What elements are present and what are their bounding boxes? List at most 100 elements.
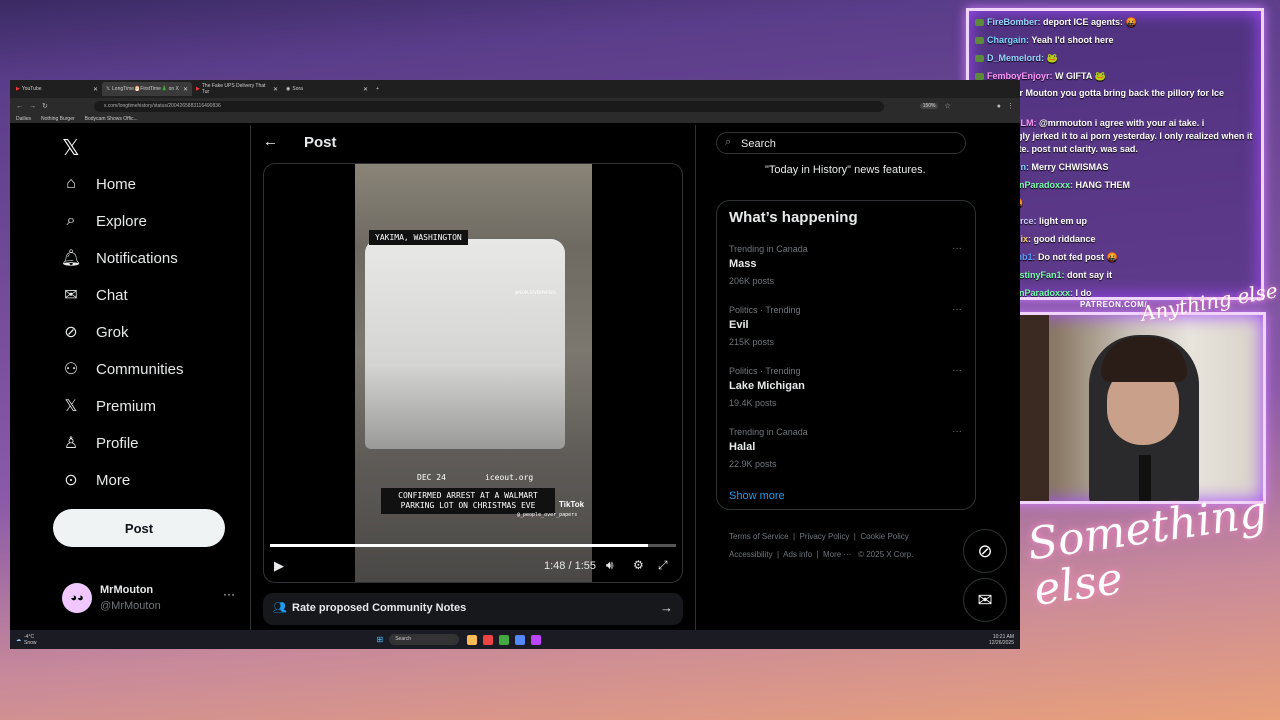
grok-float-button[interactable]: ⊘ [963, 529, 1007, 573]
video-watermark: @PEOPLEOVERPAPERS [515, 290, 556, 295]
windows-taskbar: ☁ -4°C Snow ⊞ Search 10:21 AM 12/26/2025 [10, 630, 1020, 649]
account-switcher[interactable]: ◕◕ MrMouton @MrMouton ··· [60, 581, 250, 617]
menu-icon[interactable]: ⋮ [1007, 102, 1014, 110]
nav-profile[interactable]: ♙ Profile [62, 434, 139, 453]
trend-more-icon[interactable]: ··· [952, 426, 964, 437]
profile-icon[interactable]: ● [997, 103, 1001, 110]
nav-premium[interactable]: 𝕏 Premium [62, 397, 156, 416]
nav-grok[interactable]: ⊘ Grok [62, 323, 128, 342]
nav-explore[interactable]: ⌕ Explore [62, 212, 147, 230]
weather-icon: ☁ [16, 636, 21, 643]
left-sidebar: 𝕏 ⌂ Home ⌕ Explore 🔔︎ Notifications ✉ Chat ⊘… [10, 123, 250, 629]
account-more-icon[interactable]: ··· [223, 587, 235, 601]
chat-text: Merry CHWISMAS [1031, 162, 1109, 172]
post-button[interactable]: Post [53, 509, 225, 547]
chat-username: Chargain: [987, 35, 1032, 45]
more-circle-icon: ⊙ [64, 472, 78, 489]
bookmark-star-icon[interactable]: ☆ [944, 102, 950, 110]
community-notes-icon: 👥︎ [273, 602, 287, 614]
system-clock[interactable]: 10:21 AM 12/26/2025 [989, 634, 1014, 646]
search-box[interactable]: ⌕ Search [716, 132, 966, 154]
video-site: iceout.org [485, 473, 534, 482]
back-icon[interactable]: ← [263, 133, 278, 150]
account-handle: @MrMouton [100, 600, 161, 612]
patreon-label: PATREON.COM/ [1080, 300, 1148, 309]
ads-info-link[interactable]: Ads info [783, 550, 812, 559]
tab-ups-video[interactable]: ▶ The Fake UPS Delivery That Tur ✕ [192, 82, 282, 96]
more-footer-link[interactable]: More ··· [823, 550, 851, 559]
trend-item[interactable]: Trending in Canada Halal 22.9K posts [729, 427, 808, 469]
play-icon[interactable]: ▶ [274, 558, 284, 574]
reload-icon[interactable]: ↻ [42, 102, 48, 110]
forward-arrow-icon[interactable]: → [29, 103, 36, 110]
nav-more[interactable]: ⊙ More [62, 471, 130, 490]
truck-image [365, 239, 565, 449]
nav-notifications[interactable]: 🔔︎ Notifications [60, 249, 178, 268]
footer-links-row2: Accessibility | Ads info | More ··· © 20… [729, 550, 914, 559]
privacy-link[interactable]: Privacy Policy [800, 532, 850, 541]
url-input[interactable]: x.com/longtimehistory/status/20042658831… [93, 100, 884, 112]
video-player[interactable]: YAKIMA, WASHINGTON @PEOPLEOVERPAPERS DEC… [263, 163, 683, 583]
start-icon[interactable]: ⊞ [377, 635, 384, 644]
tab-bar: ▶ YouTube ✕ 𝕏 LongTime🎅FirstTime🎄 on X ✕ ▶ Th… [10, 80, 1020, 98]
nav-chat[interactable]: ✉ Chat [62, 286, 127, 305]
tab-x-post[interactable]: 𝕏 LongTime🎅FirstTime🎄 on X ✕ [102, 82, 192, 96]
back-arrow-icon[interactable]: ← [16, 103, 23, 110]
bookmark-nothing-burger[interactable]: Nothing Burger [41, 116, 75, 122]
account-name: MrMouton [100, 584, 154, 596]
bell-icon: 🔔︎ [60, 250, 82, 267]
trend-item[interactable]: Trending in Canada Mass 206K posts [729, 244, 808, 286]
x-logo-icon[interactable]: 𝕏 [62, 135, 80, 161]
chat-message: D_Memelord: 🐸 [975, 49, 1255, 67]
chat-badge-icon [975, 55, 984, 63]
app-icon[interactable] [515, 634, 526, 645]
messages-float-button[interactable]: ✉ [963, 578, 1007, 622]
microphone [1139, 455, 1151, 501]
fullscreen-icon[interactable]: ⤢ [658, 558, 668, 573]
bookmark-bodycam[interactable]: Bodycam Shows Offic... [85, 116, 138, 122]
new-tab-button[interactable]: + [372, 82, 386, 96]
browser-icon[interactable] [483, 634, 494, 645]
zoom-badge[interactable]: 150% [919, 103, 939, 109]
search-input[interactable]: Search [741, 138, 776, 150]
app-icon[interactable] [499, 634, 510, 645]
chat-text: Yeah I'd shoot here [1031, 35, 1114, 45]
trend-more-icon[interactable]: ··· [952, 304, 964, 315]
video-progress-track[interactable] [270, 544, 676, 547]
chat-text: W GIFTA 🐸 [1055, 71, 1106, 81]
chat-badge-icon [975, 19, 984, 27]
show-more-link[interactable]: Show more [729, 490, 785, 502]
bookmark-dailies[interactable]: Dailies [16, 116, 31, 122]
settings-gear-icon[interactable]: ⚙ [633, 558, 644, 572]
footer-links-row1: Terms of Service | Privacy Policy | Cook… [729, 532, 909, 541]
tab-youtube[interactable]: ▶ YouTube ✕ [12, 82, 102, 96]
chat-username: D_Memelord: [987, 53, 1047, 63]
discord-icon[interactable] [531, 634, 542, 645]
chat-text: dont say it [1067, 270, 1113, 280]
trend-more-icon[interactable]: ··· [952, 365, 964, 376]
nav-communities[interactable]: ⚇ Communities [62, 360, 184, 379]
trend-item[interactable]: Politics · Trending Evil 215K posts [729, 305, 801, 347]
terms-link[interactable]: Terms of Service [729, 532, 789, 541]
video-date: DEC 24 [417, 473, 446, 482]
bookmarks-bar: Dailies Nothing Burger Bodycam Shows Off… [10, 114, 1020, 123]
file-explorer-icon[interactable] [467, 634, 478, 645]
tab-sora[interactable]: ◉ Sora ✕ [282, 82, 372, 96]
post-column: ← Post YAKIMA, WASHINGTON @PEOPLEOVERPAP… [251, 123, 695, 629]
video-location-caption: YAKIMA, WASHINGTON [369, 230, 468, 245]
chat-badge-icon [975, 37, 984, 45]
taskbar-search[interactable]: Search [389, 634, 460, 645]
chat-message: Chargain: Yeah I'd shoot here [975, 31, 1255, 49]
volume-icon[interactable]: 🔊︎ [606, 558, 614, 573]
accessibility-link[interactable]: Accessibility [729, 550, 773, 559]
community-notes-banner[interactable]: 👥︎ Rate proposed Community Notes → [263, 593, 683, 625]
whats-happening-title: What’s happening [729, 209, 858, 226]
avatar: ◕◕ [62, 583, 92, 613]
community-notes-label: Rate proposed Community Notes [292, 602, 467, 614]
trend-more-icon[interactable]: ··· [952, 243, 964, 254]
nav-home[interactable]: ⌂ Home [62, 175, 136, 193]
weather-widget[interactable]: -4°C Snow [24, 634, 37, 646]
trend-item[interactable]: Politics · Trending Lake Michigan 19.4K po… [729, 366, 805, 408]
history-note: "Today in History" news features. [765, 164, 926, 176]
cookie-link[interactable]: Cookie Policy [860, 532, 908, 541]
